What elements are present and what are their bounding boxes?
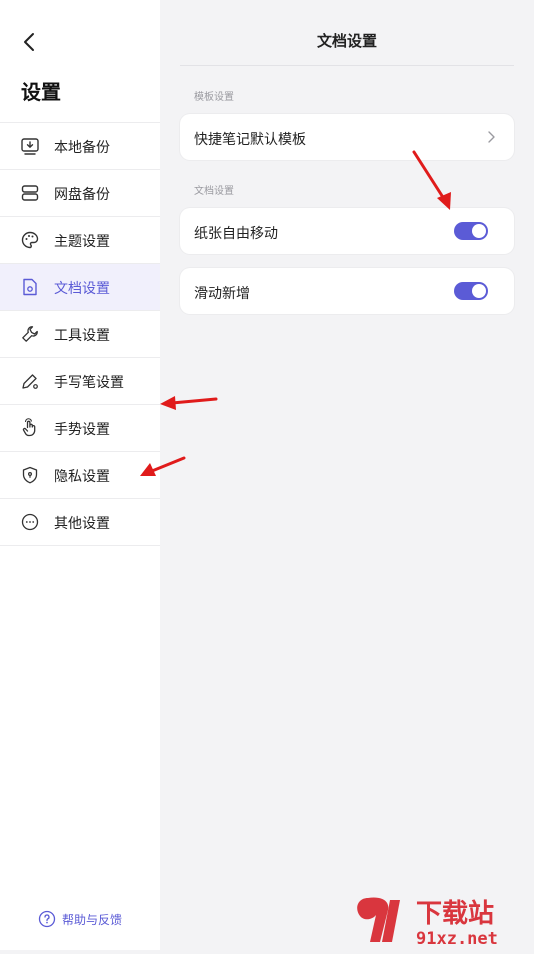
sidebar-item-label: 工具设置: [54, 328, 110, 344]
sidebar-item-local-backup[interactable]: 本地备份: [0, 122, 160, 169]
slide-add-row: 滑动新增: [180, 268, 514, 314]
sidebar-item-theme[interactable]: 主题设置: [0, 216, 160, 263]
sidebar-item-other[interactable]: 其他设置: [0, 498, 160, 546]
more-icon: [21, 513, 39, 531]
toggle-knob: [472, 224, 486, 238]
paper-free-move-toggle[interactable]: [454, 222, 488, 240]
document-settings-icon: [23, 278, 37, 296]
sidebar-item-tools[interactable]: 工具设置: [0, 310, 160, 357]
sidebar-item-label: 文档设置: [54, 281, 110, 297]
gesture-hand-icon: [22, 418, 36, 437]
sidebar-item-gesture[interactable]: 手势设置: [0, 404, 160, 451]
watermark-logo-icon: 下载站 91xz.net: [357, 897, 498, 949]
help-icon: [38, 910, 56, 928]
sidebar-item-cloud-backup[interactable]: 网盘备份: [0, 169, 160, 216]
title-divider: [180, 65, 514, 66]
settings-nav: 本地备份 网盘备份 主题设置 文档设置 工具设置 手写笔设置 手势设置 隐私设置…: [0, 122, 160, 546]
quick-note-template-label: 快捷笔记默认模板: [194, 132, 306, 148]
sidebar-item-label: 其他设置: [54, 516, 110, 532]
document-settings-panel: 文档设置 模板设置 快捷笔记默认模板 文档设置 纸张自由移动 滑动新增: [160, 0, 534, 950]
sidebar-item-document[interactable]: 文档设置: [0, 263, 160, 310]
sidebar-item-label: 手写笔设置: [54, 375, 124, 391]
quick-note-template-row[interactable]: 快捷笔记默认模板: [180, 114, 514, 160]
toggle-knob: [472, 284, 486, 298]
sidebar-item-privacy[interactable]: 隐私设置: [0, 451, 160, 498]
pen-icon: [22, 374, 38, 389]
sidebar-item-stylus[interactable]: 手写笔设置: [0, 357, 160, 404]
paper-free-move-row: 纸张自由移动: [180, 208, 514, 254]
sidebar-item-label: 隐私设置: [54, 469, 110, 485]
sidebar-item-label: 主题设置: [54, 234, 110, 250]
help-feedback-label: 帮助与反馈: [62, 912, 123, 927]
slide-add-label: 滑动新增: [194, 286, 250, 302]
sidebar-item-label: 本地备份: [54, 140, 110, 156]
watermark-cn-text: 下载站: [416, 899, 494, 929]
watermark-en-text: 91xz.net: [416, 929, 498, 949]
sidebar-item-label: 手势设置: [54, 422, 110, 438]
paper-free-move-label: 纸张自由移动: [194, 226, 278, 242]
cloud-drive-icon: [21, 185, 39, 201]
sidebar-item-label: 网盘备份: [54, 187, 110, 203]
help-feedback-link[interactable]: 帮助与反馈: [38, 910, 122, 928]
shield-icon: [22, 466, 38, 484]
slide-add-toggle[interactable]: [454, 282, 488, 300]
wrench-icon: [22, 326, 38, 342]
palette-icon: [21, 231, 39, 249]
back-arrow-icon[interactable]: [16, 28, 44, 56]
page-title: 文档设置: [316, 32, 377, 50]
settings-sidebar: 设置 本地备份 网盘备份 主题设置 文档设置 工具设置 手写笔设置 手势设置 隐…: [0, 0, 160, 950]
template-section-label: 模板设置: [194, 92, 234, 103]
site-watermark: 下载站 91xz.net: [354, 890, 534, 950]
local-backup-icon: [21, 138, 39, 155]
chevron-right-icon: [488, 131, 495, 143]
sidebar-title: 设置: [21, 80, 61, 104]
document-section-label: 文档设置: [194, 186, 234, 197]
